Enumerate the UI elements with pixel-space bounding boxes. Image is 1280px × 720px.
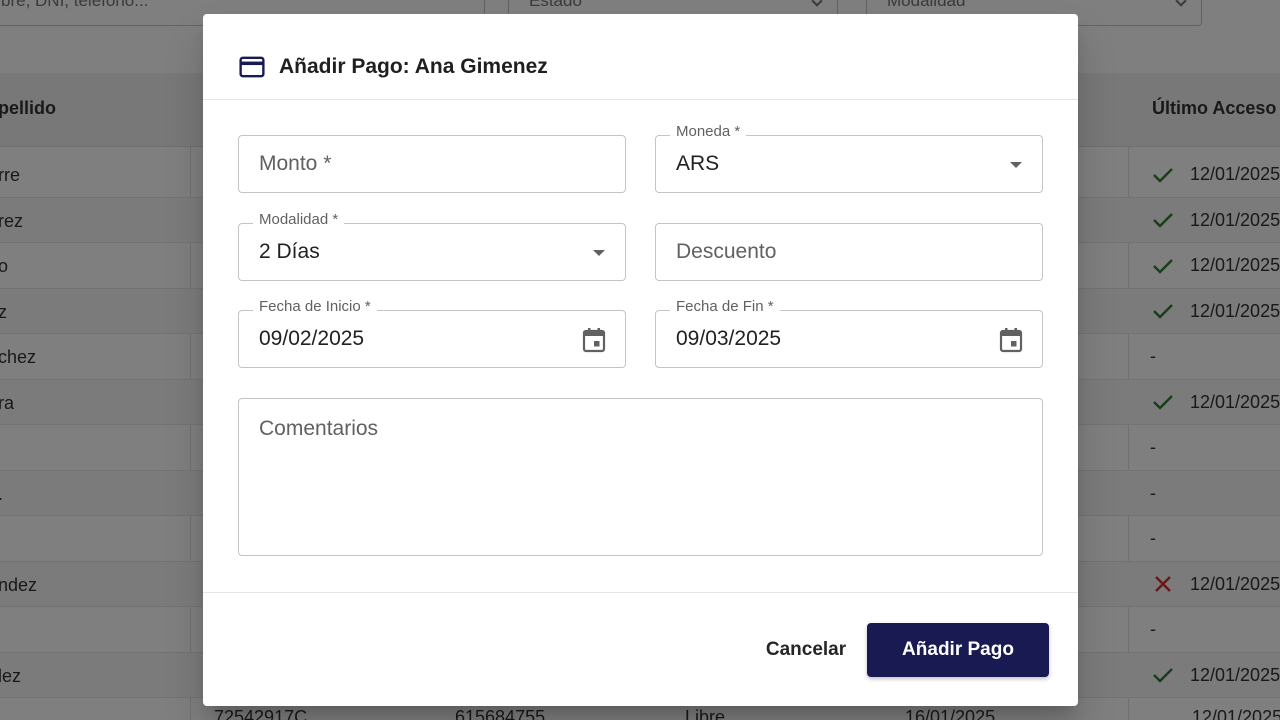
modalidad-value: 2 Días — [259, 240, 320, 263]
dialog-title: Añadir Pago: Ana Gimenez — [239, 55, 548, 79]
add-payment-button[interactable]: Añadir Pago — [867, 623, 1049, 677]
dropdown-arrow-icon[interactable] — [593, 250, 605, 256]
title-divider — [203, 99, 1078, 100]
actions-divider — [203, 592, 1078, 593]
add-payment-dialog: Añadir Pago: Ana Gimenez Monto * Moneda … — [203, 14, 1078, 706]
fecha-fin-value: 09/03/2025 — [676, 327, 782, 350]
fecha-fin-input[interactable]: Fecha de Fin * 09/03/2025 — [655, 298, 1043, 368]
descuento-input[interactable]: Descuento — [655, 223, 1043, 281]
credit-card-icon — [239, 56, 265, 78]
fecha-inicio-input[interactable]: Fecha de Inicio * 09/02/2025 — [238, 298, 626, 368]
dialog-title-text: Añadir Pago: Ana Gimenez — [279, 55, 548, 78]
monto-input[interactable]: Monto * — [238, 135, 626, 193]
monto-placeholder: Monto * — [259, 152, 332, 175]
cancel-button[interactable]: Cancelar — [751, 623, 861, 677]
calendar-icon[interactable] — [582, 327, 606, 353]
fecha-fin-label: Fecha de Fin * — [670, 298, 780, 315]
dropdown-arrow-icon[interactable] — [1010, 162, 1022, 168]
modalidad-select[interactable]: Modalidad * 2 Días — [238, 211, 626, 281]
moneda-select[interactable]: Moneda * ARS — [655, 123, 1043, 193]
comentarios-placeholder: Comentarios — [259, 417, 379, 440]
moneda-value: ARS — [676, 152, 720, 175]
fecha-inicio-label: Fecha de Inicio * — [253, 298, 377, 315]
moneda-label: Moneda * — [670, 123, 747, 140]
fecha-inicio-value: 09/02/2025 — [259, 327, 365, 350]
descuento-placeholder: Descuento — [676, 240, 777, 263]
modalidad-label: Modalidad * — [253, 211, 345, 228]
calendar-icon[interactable] — [999, 327, 1023, 353]
comentarios-textarea[interactable]: Comentarios — [238, 398, 1043, 556]
